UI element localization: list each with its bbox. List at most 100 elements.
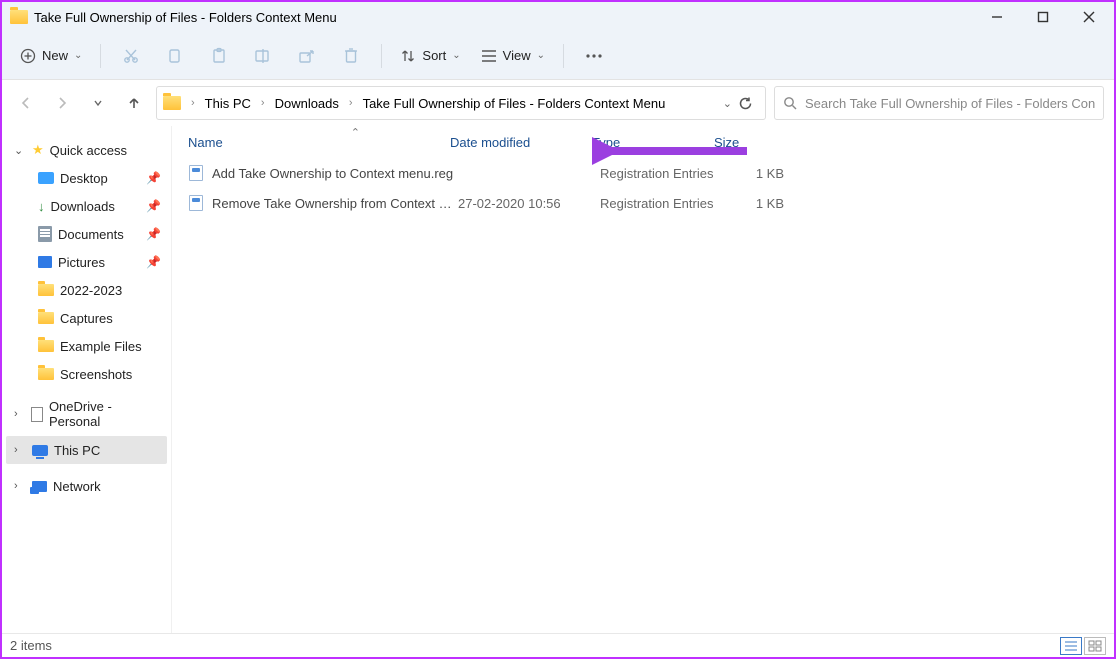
chevron-right-icon: › bbox=[14, 480, 26, 492]
delete-button[interactable] bbox=[331, 39, 371, 73]
column-size[interactable]: Size bbox=[714, 135, 786, 150]
sidebar-network[interactable]: › Network bbox=[6, 472, 167, 500]
navigation-row: › This PC › Downloads › Take Full Owners… bbox=[2, 80, 1114, 126]
minimize-button[interactable] bbox=[974, 2, 1020, 32]
forward-button[interactable] bbox=[48, 89, 76, 117]
sidebar-folder-screenshots[interactable]: Screenshots bbox=[6, 360, 167, 388]
rename-button[interactable] bbox=[243, 39, 283, 73]
navigation-pane: ⌄ ★ Quick access Desktop📌 ↓ Downloads 📌 Do… bbox=[2, 126, 172, 633]
star-icon: ★ bbox=[32, 142, 44, 158]
copy-button[interactable] bbox=[155, 39, 195, 73]
pin-icon: 📌 bbox=[146, 199, 161, 213]
back-button[interactable] bbox=[12, 89, 40, 117]
cut-button[interactable] bbox=[111, 39, 151, 73]
more-button[interactable] bbox=[574, 39, 614, 73]
file-size: 1 KB bbox=[722, 166, 794, 181]
recent-locations-button[interactable] bbox=[84, 89, 112, 117]
breadcrumb-downloads[interactable]: Downloads bbox=[273, 96, 341, 111]
view-label: View bbox=[503, 48, 531, 63]
file-type: Registration Entries bbox=[600, 196, 722, 211]
window-title: Take Full Ownership of Files - Folders C… bbox=[34, 10, 337, 25]
new-label: New bbox=[42, 48, 68, 63]
search-input[interactable] bbox=[805, 96, 1095, 111]
sidebar-downloads[interactable]: ↓ Downloads 📌 bbox=[6, 192, 167, 220]
folder-icon bbox=[38, 312, 54, 324]
sidebar-folder-captures[interactable]: Captures bbox=[6, 304, 167, 332]
close-button[interactable] bbox=[1066, 2, 1112, 32]
download-icon: ↓ bbox=[38, 199, 45, 214]
sidebar-label: Documents bbox=[58, 227, 124, 242]
column-type[interactable]: Type bbox=[592, 135, 714, 150]
view-button[interactable]: View ⌄ bbox=[473, 39, 553, 73]
network-icon bbox=[32, 481, 47, 492]
search-box[interactable] bbox=[774, 86, 1104, 120]
paste-button[interactable] bbox=[199, 39, 239, 73]
sidebar-label: Quick access bbox=[50, 143, 127, 158]
sidebar-label: Network bbox=[53, 479, 101, 494]
chevron-down-icon: ⌄ bbox=[74, 50, 82, 61]
file-type: Registration Entries bbox=[600, 166, 722, 181]
folder-icon bbox=[38, 284, 54, 296]
page-icon bbox=[31, 407, 43, 422]
sidebar-onedrive[interactable]: › OneDrive - Personal bbox=[6, 400, 167, 428]
sidebar-label: This PC bbox=[54, 443, 100, 458]
pin-icon: 📌 bbox=[146, 255, 161, 269]
status-bar: 2 items bbox=[2, 633, 1114, 657]
reg-file-icon bbox=[188, 165, 204, 181]
file-name: Add Take Ownership to Context menu.reg bbox=[212, 166, 458, 181]
desktop-icon bbox=[38, 172, 54, 184]
pin-icon: 📌 bbox=[146, 227, 161, 241]
new-button[interactable]: New ⌄ bbox=[12, 39, 90, 73]
sidebar-documents[interactable]: Documents 📌 bbox=[6, 220, 167, 248]
file-name: Remove Take Ownership from Context M... bbox=[212, 196, 458, 211]
sidebar-folder-2022-2023[interactable]: 2022-2023 bbox=[6, 276, 167, 304]
column-headers: Name ⌃ Date modified Type Size bbox=[172, 126, 1114, 158]
file-date: 27-02-2020 10:56 bbox=[458, 196, 600, 211]
pc-icon bbox=[32, 445, 48, 456]
maximize-button[interactable] bbox=[1020, 2, 1066, 32]
column-name[interactable]: Name ⌃ bbox=[188, 135, 450, 150]
folder-icon bbox=[38, 340, 54, 352]
sort-button[interactable]: Sort ⌄ bbox=[392, 39, 468, 73]
refresh-button[interactable] bbox=[738, 96, 753, 111]
sidebar-label: OneDrive - Personal bbox=[49, 399, 161, 429]
details-view-button[interactable] bbox=[1060, 637, 1082, 655]
chevron-right-icon: › bbox=[257, 97, 269, 109]
chevron-down-icon: ⌄ bbox=[537, 50, 545, 61]
chevron-right-icon: › bbox=[345, 97, 357, 109]
thumbnails-view-button[interactable] bbox=[1084, 637, 1106, 655]
chevron-down-icon[interactable]: ⌄ bbox=[723, 97, 732, 110]
file-list-area: Name ⌃ Date modified Type Size Add Take … bbox=[172, 126, 1114, 633]
sidebar-label: Downloads bbox=[51, 199, 115, 214]
sidebar-label: Screenshots bbox=[60, 367, 132, 382]
file-row[interactable]: Remove Take Ownership from Context M... … bbox=[172, 188, 1114, 218]
sidebar-label: 2022-2023 bbox=[60, 283, 122, 298]
breadcrumb-current[interactable]: Take Full Ownership of Files - Folders C… bbox=[361, 96, 668, 111]
pin-icon: 📌 bbox=[146, 171, 161, 185]
folder-icon bbox=[163, 96, 181, 110]
up-button[interactable] bbox=[120, 89, 148, 117]
sidebar-folder-example-files[interactable]: Example Files bbox=[6, 332, 167, 360]
chevron-down-icon: ⌄ bbox=[14, 144, 26, 157]
chevron-right-icon: › bbox=[14, 408, 25, 420]
reg-file-icon bbox=[188, 195, 204, 211]
sidebar-pictures[interactable]: Pictures📌 bbox=[6, 248, 167, 276]
sidebar-desktop[interactable]: Desktop📌 bbox=[6, 164, 167, 192]
title-bar: Take Full Ownership of Files - Folders C… bbox=[2, 2, 1114, 32]
document-icon bbox=[38, 226, 52, 242]
sort-indicator-icon: ⌃ bbox=[351, 126, 360, 139]
address-bar[interactable]: › This PC › Downloads › Take Full Owners… bbox=[156, 86, 766, 120]
chevron-down-icon: ⌄ bbox=[452, 50, 460, 61]
sidebar-this-pc[interactable]: ›This PC bbox=[6, 436, 167, 464]
command-bar: New ⌄ Sort ⌄ View ⌄ bbox=[2, 32, 1114, 80]
file-row[interactable]: Add Take Ownership to Context menu.reg R… bbox=[172, 158, 1114, 188]
chevron-right-icon: › bbox=[187, 97, 199, 109]
sidebar-label: Captures bbox=[60, 311, 113, 326]
folder-icon bbox=[10, 10, 28, 24]
share-button[interactable] bbox=[287, 39, 327, 73]
breadcrumb-this-pc[interactable]: This PC bbox=[203, 96, 253, 111]
sidebar-quick-access[interactable]: ⌄ ★ Quick access bbox=[6, 136, 167, 164]
column-date[interactable]: Date modified bbox=[450, 135, 592, 150]
pictures-icon bbox=[38, 256, 52, 268]
sort-label: Sort bbox=[422, 48, 446, 63]
